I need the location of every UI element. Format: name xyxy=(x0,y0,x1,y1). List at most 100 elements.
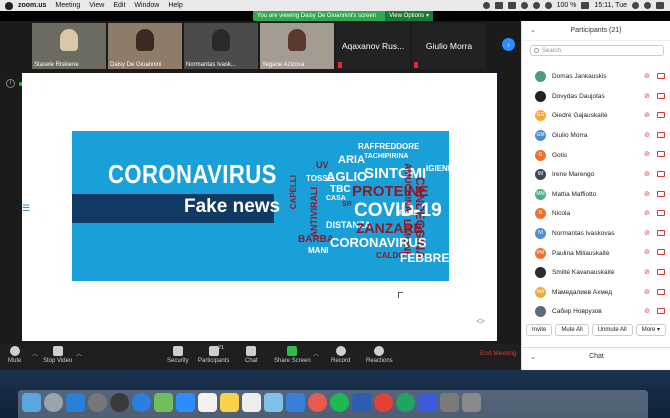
menu-meeting[interactable]: Meeting xyxy=(55,2,80,9)
collapse-chevron-icon[interactable]: ⌄ xyxy=(530,26,536,34)
finder-icon[interactable] xyxy=(22,393,41,412)
participant-row[interactable]: Smiltė Kavanauskaitė ⊘ xyxy=(522,263,670,283)
control-center-icon[interactable] xyxy=(656,2,664,9)
apple-icon[interactable] xyxy=(5,1,13,10)
meeting-info-icon[interactable]: i xyxy=(6,79,15,88)
app-icon[interactable] xyxy=(418,393,437,412)
participant-status-icons: ⊘ xyxy=(644,288,665,296)
participant-row[interactable]: GG Giedrė Gajauskaitė ⊘ xyxy=(522,106,670,126)
participant-search-input[interactable]: Search xyxy=(530,45,664,56)
participant-name: Dovydas Daujotas xyxy=(552,92,605,100)
video-tile[interactable]: Daisy De Gioannini xyxy=(108,23,182,69)
launchpad-icon[interactable] xyxy=(44,393,63,412)
meeting-main-area: Stasele Riskiene Daisy De Gioannini Norm… xyxy=(0,21,521,344)
share-screen-button[interactable]: Share Screen xyxy=(274,346,311,364)
menu-app-name[interactable]: zoom.us xyxy=(18,2,46,9)
chrome-icon[interactable] xyxy=(374,393,393,412)
wifi-icon[interactable] xyxy=(532,2,540,9)
word-cloud-term: ANTIVIRALI xyxy=(309,187,319,238)
reaction-smiley-icon xyxy=(374,346,385,356)
participant-row[interactable]: NI Normantas Ivaskovas ⊘ xyxy=(522,224,670,244)
status-icon[interactable] xyxy=(482,2,490,9)
view-options-button[interactable]: View Options ▾ xyxy=(385,11,433,21)
word-cloud-term: ARIA xyxy=(338,154,365,166)
name-tile[interactable]: Aqaxanov Rus... xyxy=(336,23,410,69)
folder-icon[interactable] xyxy=(440,393,459,412)
stop-video-button[interactable]: Stop Video xyxy=(43,346,72,364)
participant-row[interactable]: Сабир Новрузов ⊘ xyxy=(522,302,670,322)
safari-icon[interactable] xyxy=(132,393,151,412)
participant-row[interactable]: PM Paulina Miliauskaitė ⊘ xyxy=(522,243,670,263)
battery-icon[interactable] xyxy=(581,2,590,9)
next-page-button[interactable]: › xyxy=(502,38,515,51)
menu-help[interactable]: Help xyxy=(168,2,182,9)
unmute-all-button[interactable]: Unmute All xyxy=(591,324,633,336)
participant-row[interactable]: N Nicola ⊘ xyxy=(522,204,670,224)
view-options-label: View Options xyxy=(389,13,425,19)
participant-name: Мамедалиев Ахмед xyxy=(552,288,613,296)
keynote-icon[interactable] xyxy=(286,393,305,412)
muted-mic-icon: ⊘ xyxy=(644,268,650,276)
bluetooth-icon[interactable] xyxy=(520,2,528,9)
menu-icon: ☰ xyxy=(22,203,31,213)
share-options-caret[interactable]: ︿ xyxy=(313,349,319,358)
participant-row[interactable]: G Gotis ⊘ xyxy=(522,145,670,165)
muted-mic-icon: ⊘ xyxy=(644,131,650,139)
record-button[interactable]: Record xyxy=(331,346,350,364)
audio-options-caret[interactable]: ︿ xyxy=(32,349,38,358)
photos-icon[interactable] xyxy=(308,393,327,412)
menu-window[interactable]: Window xyxy=(134,2,159,9)
video-tile[interactable]: Normantas Ivask... xyxy=(184,23,258,69)
system-preferences-icon[interactable] xyxy=(88,393,107,412)
participant-row[interactable]: Dovydas Daujotas ⊘ xyxy=(522,87,670,107)
expand-chevron-icon[interactable]: ⌄ xyxy=(530,353,536,361)
video-off-icon xyxy=(657,112,665,119)
participant-avatar xyxy=(535,267,546,279)
mute-button[interactable]: Mute xyxy=(8,346,21,364)
messages-icon[interactable] xyxy=(154,393,173,412)
reactions-label: Reactions xyxy=(366,358,393,364)
more-button[interactable]: More ▾ xyxy=(635,324,667,336)
participant-name: Giulio Morra xyxy=(552,132,588,140)
video-tile[interactable]: Yegane Azizova xyxy=(260,23,334,69)
video-tile[interactable]: Stasele Riskiene xyxy=(32,23,106,69)
user-icon[interactable] xyxy=(644,2,651,9)
participants-button[interactable]: 21 Participants xyxy=(198,345,229,364)
reminders-icon[interactable] xyxy=(242,393,261,412)
trash-icon[interactable] xyxy=(462,393,481,412)
word-cloud-term: AMUCHINA xyxy=(403,163,413,212)
participant-row[interactable]: GM Giulio Morra ⊘ xyxy=(522,126,670,146)
participant-row[interactable]: MM Mattia Maffiotto ⊘ xyxy=(522,185,670,205)
chat-section-header[interactable]: ⌄ Chat xyxy=(522,347,670,365)
participant-row[interactable]: IM Irene Marengo ⊘ xyxy=(522,165,670,185)
notes-icon[interactable] xyxy=(220,393,239,412)
participant-row[interactable]: MA Мамедалиев Ахмед ⊘ xyxy=(522,283,670,303)
reactions-button[interactable]: Reactions xyxy=(366,346,393,364)
name-tile[interactable]: Giulio Morra xyxy=(412,23,486,69)
app-store-icon[interactable] xyxy=(66,393,85,412)
volume-icon[interactable] xyxy=(544,2,552,9)
video-off-icon xyxy=(657,73,665,79)
muted-mic-icon: ⊘ xyxy=(644,249,650,257)
chat-button[interactable]: Chat xyxy=(245,346,258,364)
display-icon[interactable] xyxy=(507,2,516,9)
scroll-chevrons-icon[interactable]: ︿ ﹀ xyxy=(476,314,485,330)
photo-booth-icon[interactable] xyxy=(110,393,129,412)
menubar-clock[interactable]: 15:11, Tue xyxy=(594,2,627,9)
menu-edit[interactable]: Edit xyxy=(113,2,125,9)
calendar-icon[interactable] xyxy=(198,393,217,412)
security-button[interactable]: Security xyxy=(167,346,189,364)
spotify-icon[interactable] xyxy=(330,393,349,412)
zoom-icon[interactable] xyxy=(176,393,195,412)
maps-icon[interactable] xyxy=(264,393,283,412)
menu-view[interactable]: View xyxy=(89,2,104,9)
video-options-caret[interactable]: ︿ xyxy=(76,349,82,358)
search-icon[interactable] xyxy=(632,2,639,9)
participant-row[interactable]: Domas Jankauskis ⊘ xyxy=(522,67,670,87)
invite-button[interactable]: Invite xyxy=(526,324,553,336)
dropbox-icon[interactable] xyxy=(494,2,503,9)
word-icon[interactable] xyxy=(352,393,371,412)
mute-all-button[interactable]: Mute All xyxy=(555,324,589,336)
end-meeting-button[interactable]: End Meeting xyxy=(480,350,517,357)
grammarly-icon[interactable] xyxy=(396,393,415,412)
